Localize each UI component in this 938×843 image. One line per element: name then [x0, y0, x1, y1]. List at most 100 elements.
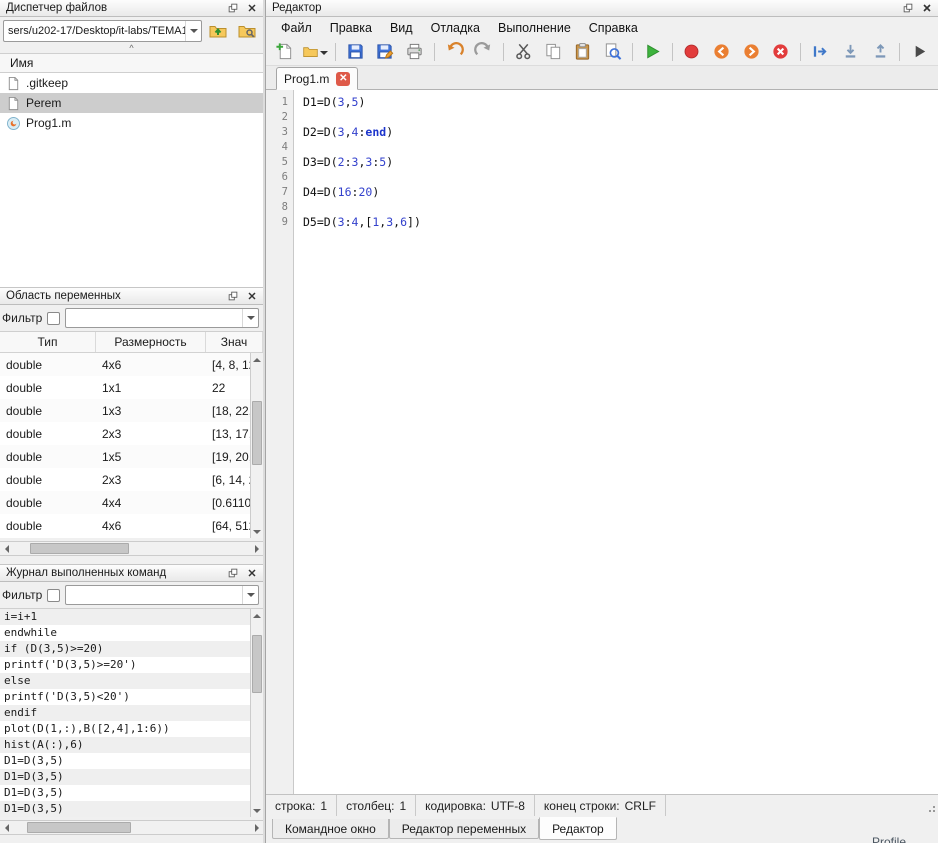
chevron-down-icon[interactable]	[242, 586, 258, 604]
scroll-down-icon[interactable]	[251, 525, 263, 538]
chevron-down-icon[interactable]	[320, 51, 328, 59]
close-icon[interactable]	[244, 289, 259, 303]
previous-breakpoint-button[interactable]	[709, 40, 734, 64]
bottom-tab[interactable]: Редактор	[539, 817, 617, 840]
scrollbar-thumb[interactable]	[252, 401, 262, 465]
print-button[interactable]	[402, 40, 427, 64]
variable-row[interactable]: double1x5[19, 20, 2	[0, 445, 250, 468]
scroll-down-icon[interactable]	[251, 804, 263, 817]
vertical-scrollbar[interactable]	[250, 609, 263, 817]
paste-button[interactable]	[570, 40, 595, 64]
scroll-left-icon[interactable]	[0, 542, 13, 555]
history-item[interactable]: D1=D(3,5)	[0, 785, 250, 801]
chevron-down-icon[interactable]	[185, 21, 201, 41]
run-script-button[interactable]	[640, 40, 665, 64]
one-directory-up-button[interactable]	[205, 19, 231, 43]
tab-prog1-m[interactable]: Prog1.m ✕	[276, 67, 358, 90]
undock-icon[interactable]	[900, 1, 915, 15]
history-item[interactable]: D1=D(3,5)	[0, 769, 250, 785]
horizontal-scrollbar[interactable]	[0, 820, 263, 835]
filter-combobox[interactable]	[65, 308, 259, 328]
undock-icon[interactable]	[225, 289, 240, 303]
redo-button[interactable]	[471, 40, 496, 64]
close-icon[interactable]	[244, 1, 259, 15]
bottom-tab[interactable]: Редактор переменных	[389, 819, 539, 839]
line-number-gutter[interactable]: 123456789	[266, 90, 294, 794]
history-item[interactable]: D1=D(3,5)	[0, 753, 250, 769]
history-item[interactable]: D1=D(3,5)	[0, 801, 250, 817]
variable-row[interactable]: double4x4[0.6110,	[0, 491, 250, 514]
save-as-button[interactable]	[372, 40, 397, 64]
undo-button[interactable]	[442, 40, 467, 64]
menu-item[interactable]: Вид	[381, 19, 422, 37]
resize-grip[interactable]	[933, 810, 935, 812]
scroll-up-icon[interactable]	[251, 609, 263, 622]
file-row[interactable]: Perem	[0, 93, 263, 113]
variable-row[interactable]: double1x122	[0, 376, 250, 399]
variable-row[interactable]: double2x3[13, 17, 2	[0, 422, 250, 445]
step-in-button[interactable]	[838, 40, 863, 64]
code-editor[interactable]: D1=D(3,5)D2=D(3,4:end)D3=D(2:3,3:5)D4=D(…	[294, 90, 938, 794]
save-button[interactable]	[343, 40, 368, 64]
vertical-scrollbar[interactable]	[250, 353, 263, 538]
scroll-right-icon[interactable]	[250, 542, 263, 555]
new-script-button[interactable]	[272, 40, 297, 64]
filter-checkbox[interactable]	[47, 589, 60, 602]
open-file-button[interactable]	[302, 40, 328, 64]
step-button[interactable]	[808, 40, 833, 64]
file-browser-titlebar[interactable]: Диспетчер файлов	[0, 0, 263, 17]
history-item[interactable]: i=i+1	[0, 609, 250, 625]
scrollbar-thumb[interactable]	[27, 822, 131, 833]
current-directory-combobox[interactable]: sers/u202-17/Desktop/it-labs/TEMA1	[3, 20, 202, 42]
variable-row[interactable]: double1x3[18, 22, 2	[0, 399, 250, 422]
close-tab-icon[interactable]: ✕	[336, 72, 350, 86]
filter-combobox[interactable]	[65, 585, 259, 605]
filter-checkbox[interactable]	[47, 312, 60, 325]
menu-item[interactable]: Отладка	[422, 19, 489, 37]
menu-item[interactable]: Правка	[321, 19, 381, 37]
file-row[interactable]: .gitkeep	[0, 73, 263, 93]
chevron-down-icon[interactable]	[242, 309, 258, 327]
scrollbar-thumb[interactable]	[30, 543, 130, 554]
column-header[interactable]: Знач	[206, 332, 263, 352]
history-item[interactable]: endwhile	[0, 625, 250, 641]
scrollbar-thumb[interactable]	[252, 635, 262, 693]
scroll-right-icon[interactable]	[250, 821, 263, 834]
history-item[interactable]: printf('D(3,5)>=20')	[0, 657, 250, 673]
undock-icon[interactable]	[225, 566, 240, 580]
close-icon[interactable]	[244, 566, 259, 580]
editor-titlebar[interactable]: Редактор	[266, 0, 938, 17]
next-breakpoint-button[interactable]	[739, 40, 764, 64]
file-row[interactable]: Prog1.m	[0, 113, 263, 133]
undock-icon[interactable]	[225, 1, 240, 15]
remove-all-breakpoints-button[interactable]	[769, 40, 794, 64]
variable-row[interactable]: double4x6[4, 8, 12,	[0, 353, 250, 376]
bottom-tab[interactable]: Командное окно	[272, 819, 389, 839]
history-item[interactable]: printf('D(3,5)<20')	[0, 689, 250, 705]
cut-button[interactable]	[511, 40, 536, 64]
horizontal-scrollbar[interactable]	[0, 541, 263, 556]
menu-item[interactable]: Выполнение	[489, 19, 580, 37]
step-out-button[interactable]	[868, 40, 893, 64]
history-titlebar[interactable]: Журнал выполненных команд	[0, 565, 263, 582]
menu-item[interactable]: Справка	[580, 19, 647, 37]
find-and-replace-button[interactable]	[600, 40, 625, 64]
browse-directories-button[interactable]	[234, 19, 260, 43]
history-item[interactable]: if (D(3,5)>=20)	[0, 641, 250, 657]
menu-item[interactable]: Файл	[272, 19, 321, 37]
history-item[interactable]: else	[0, 673, 250, 689]
toggle-breakpoint-button[interactable]	[680, 40, 705, 64]
history-item[interactable]: plot(D(1,:),B([2,4],1:6))	[0, 721, 250, 737]
continue-button[interactable]	[907, 40, 932, 64]
variable-row[interactable]: double2x3[6, 14, 26	[0, 468, 250, 491]
copy-button[interactable]	[541, 40, 566, 64]
variable-row[interactable]: double4x6[64, 512,	[0, 514, 250, 537]
file-list-header[interactable]: Имя	[0, 53, 263, 73]
column-header[interactable]: Тип	[0, 332, 96, 352]
close-icon[interactable]	[919, 1, 934, 15]
column-header[interactable]: Размерность	[96, 332, 206, 352]
history-item[interactable]: endif	[0, 705, 250, 721]
history-item[interactable]: hist(A(:),6)	[0, 737, 250, 753]
scroll-up-icon[interactable]	[251, 353, 263, 366]
workspace-titlebar[interactable]: Область переменных	[0, 288, 263, 305]
